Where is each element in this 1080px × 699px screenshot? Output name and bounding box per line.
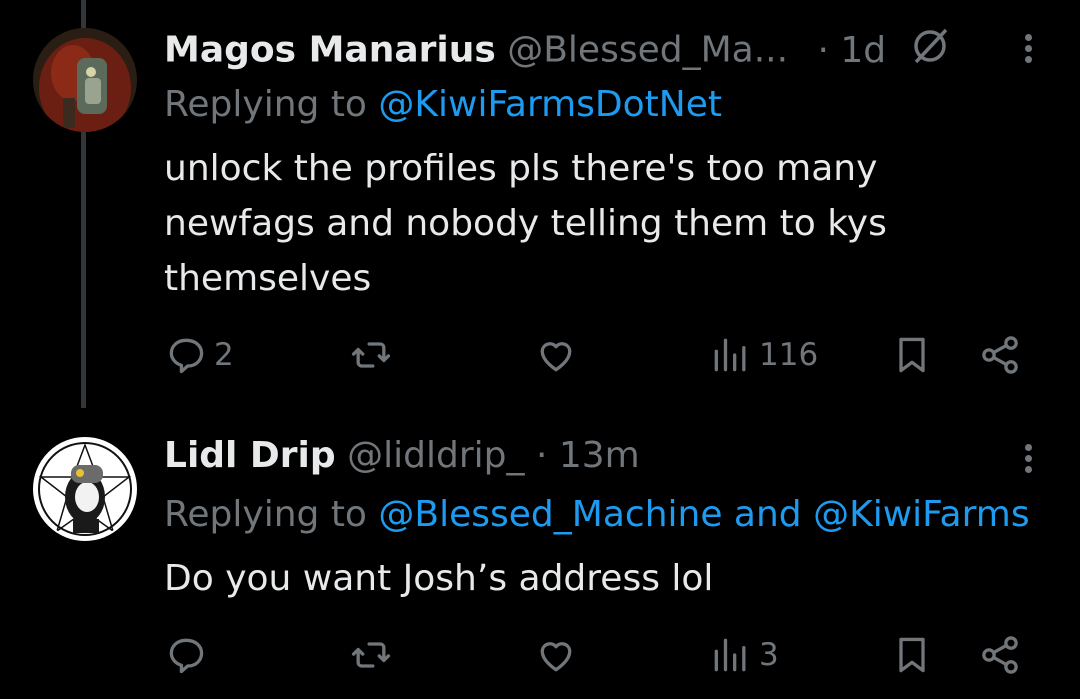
bookmark-button[interactable] xyxy=(890,630,934,680)
author-name[interactable]: Lidl Drip xyxy=(164,435,336,476)
reply-button[interactable] xyxy=(164,630,208,680)
view-count: 3 xyxy=(759,637,779,673)
tweet-text: Do you want Josh’s address lol xyxy=(164,558,714,599)
share-icon xyxy=(982,636,1018,674)
tweet-item[interactable]: Lidl Drip @lidldrip_ · 13m Replying to @… xyxy=(0,410,1080,699)
views-button[interactable]: 116 xyxy=(709,330,818,380)
view-count: 116 xyxy=(759,337,819,373)
more-icon[interactable] xyxy=(1016,440,1040,484)
reply-count: 2 xyxy=(214,337,234,373)
author-handle[interactable]: @Blessed_Ma... xyxy=(507,30,788,71)
views-icon xyxy=(714,638,746,672)
action-bar: 3 xyxy=(164,630,1044,680)
like-icon xyxy=(540,642,572,672)
views-button[interactable]: 3 xyxy=(709,630,779,680)
reply-icon xyxy=(169,638,204,674)
reply-button[interactable]: 2 xyxy=(164,330,234,380)
retweet-icon xyxy=(351,342,391,368)
tweet-item[interactable]: Magos Manarius @Blessed_Ma... · 1d Reply… xyxy=(0,0,1080,400)
bookmark-icon xyxy=(899,337,925,373)
like-button[interactable] xyxy=(534,630,578,680)
tweet-header: Magos Manarius @Blessed_Ma... · 1d xyxy=(164,24,952,79)
mention-link[interactable]: @Blessed_Machine and @KiwiFarms xyxy=(378,494,1029,535)
timestamp[interactable]: · 13m xyxy=(536,435,640,476)
retweet-icon xyxy=(351,642,391,668)
like-icon xyxy=(540,342,572,372)
action-bar: 2 116 xyxy=(164,330,1044,380)
mention-link[interactable]: @KiwiFarmsDotNet xyxy=(378,84,722,125)
avatar[interactable] xyxy=(33,28,137,132)
replying-to-label: Replying to xyxy=(164,84,367,125)
bookmark-button[interactable] xyxy=(890,330,934,380)
author-handle[interactable]: @lidldrip_ xyxy=(347,435,524,476)
share-icon xyxy=(982,336,1018,374)
bookmark-icon xyxy=(899,637,925,673)
reply-icon xyxy=(169,338,204,374)
like-button[interactable] xyxy=(534,330,578,380)
replying-to: Replying to @Blessed_Machine and @KiwiFa… xyxy=(164,493,1030,537)
avatar[interactable] xyxy=(33,437,137,541)
timestamp[interactable]: · 1d xyxy=(818,30,887,71)
tweet-text: unlock the profiles pls there's too many… xyxy=(164,148,887,299)
author-name[interactable]: Magos Manarius xyxy=(164,30,496,71)
blocked-icon xyxy=(908,24,952,79)
share-button[interactable] xyxy=(978,630,1022,680)
retweet-button[interactable] xyxy=(349,330,393,380)
retweet-button[interactable] xyxy=(349,630,393,680)
views-icon xyxy=(714,338,746,372)
more-icon[interactable] xyxy=(1016,30,1040,74)
tweet-header: Lidl Drip @lidldrip_ · 13m xyxy=(164,434,640,478)
replying-to: Replying to @KiwiFarmsDotNet xyxy=(164,83,722,127)
replying-to-label: Replying to xyxy=(164,494,367,535)
share-button[interactable] xyxy=(978,330,1022,380)
